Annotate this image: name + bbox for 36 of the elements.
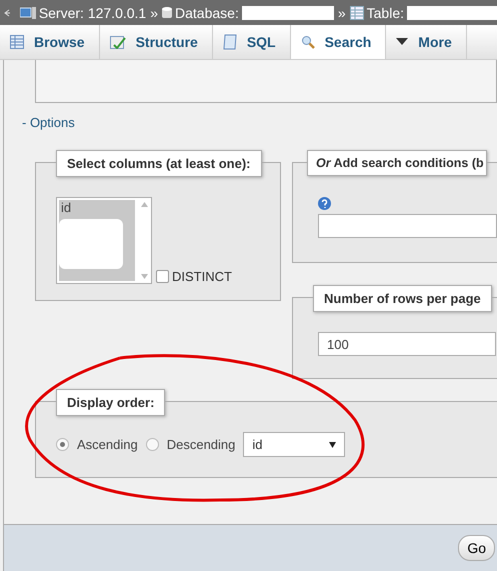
breadcrumb-link[interactable]: Table: bbox=[366, 4, 404, 20]
list-option[interactable]: id bbox=[59, 200, 135, 215]
tab[interactable]: Search bbox=[290, 25, 386, 59]
breadcrumb-separator: » bbox=[150, 4, 158, 20]
scroll-down-icon[interactable] bbox=[140, 274, 148, 279]
caret-icon bbox=[396, 38, 408, 46]
checkbox[interactable] bbox=[156, 270, 169, 283]
panel-legend: Or Add search conditions (b bbox=[307, 150, 487, 176]
checkbox-label: DISTINCT bbox=[172, 269, 232, 284]
radio-button[interactable] bbox=[56, 438, 69, 451]
caret-icon bbox=[329, 442, 336, 448]
rows-input-field[interactable]: 100 bbox=[318, 332, 496, 356]
back-arrow-icon[interactable] bbox=[4, 8, 10, 16]
go-button[interactable]: Go bbox=[458, 535, 495, 561]
server-icon bbox=[20, 6, 36, 20]
options-toggle-link[interactable]: - Options bbox=[22, 115, 75, 130]
search-icon bbox=[300, 35, 315, 49]
scroll-up-icon[interactable] bbox=[140, 202, 148, 207]
panel-legend: Display order: bbox=[56, 389, 166, 416]
breadcrumb-separator: » bbox=[338, 4, 346, 20]
breadcrumb-link[interactable]: Server: 127.0.0.1 bbox=[38, 4, 146, 20]
radio-label: Descending bbox=[166, 437, 236, 452]
radio-label: Ascending bbox=[77, 437, 138, 452]
panel-legend: Select columns (at least one): bbox=[56, 150, 262, 177]
column-list-field[interactable]: id bbox=[56, 197, 152, 284]
table-icon bbox=[10, 35, 24, 49]
column-dropdown[interactable]: id bbox=[243, 432, 346, 457]
panel-legend: Number of rows per page bbox=[313, 285, 492, 312]
help-icon[interactable] bbox=[318, 197, 331, 210]
radio-button[interactable] bbox=[146, 438, 159, 451]
database-icon bbox=[162, 6, 172, 19]
breadcrumb-link[interactable]: Database: bbox=[175, 4, 239, 20]
condition-input-field[interactable] bbox=[318, 214, 497, 238]
table-icon bbox=[350, 6, 364, 20]
structure-icon bbox=[110, 35, 126, 49]
document-icon bbox=[222, 34, 237, 50]
